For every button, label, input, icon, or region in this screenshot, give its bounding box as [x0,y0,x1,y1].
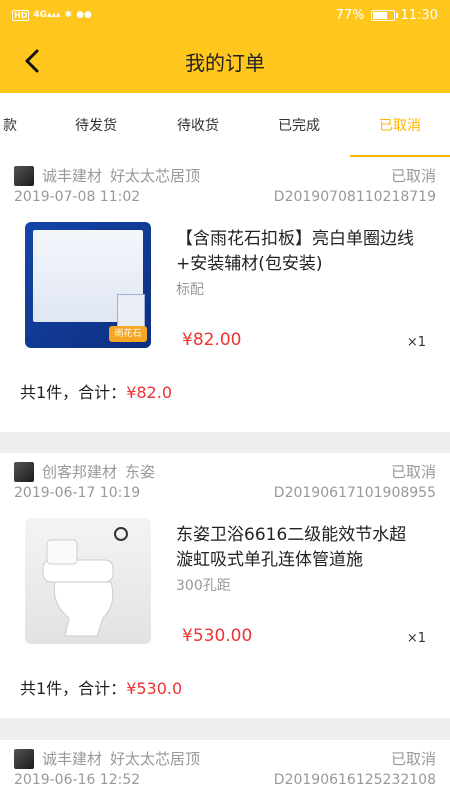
clock: 11:30 [400,7,438,23]
battery-percent: 77% [335,7,365,23]
order-status: 已取消 [390,167,436,185]
product-price: ¥530.00 [182,626,253,646]
page-title: 我的订单 [185,51,265,75]
tab-cancelled[interactable]: 已取消 [350,93,450,157]
product-price: ¥82.00 [182,330,242,350]
total-amount: ¥82.0 [126,383,172,402]
shop-row: 创客邦建材 东姿 [14,461,155,482]
product-name[interactable]: 【含雨花石扣板】亮白单圈边线+安装辅材(包安装) [176,227,421,277]
product-spec: 标配 [176,282,204,298]
order-status: 已取消 [390,463,436,481]
product-thumbnail[interactable] [25,518,151,644]
tab-pending-receipt[interactable]: 待收货 [152,93,244,157]
store-name: 好太太芯居顶 [110,750,201,768]
product-quantity: ×1 [406,631,426,646]
order-total: 共1件，合计：¥82.0 [20,379,172,403]
shop-name: 创客邦建材 [42,463,118,481]
status-bar: HD 4G▴▴▴ ✱ ●● 77% 11:30 [0,0,450,30]
bluetooth-icon: ✱ [64,10,73,20]
shop-avatar [14,165,34,186]
tab-pending-shipment[interactable]: 待发货 [50,93,142,157]
order-status-tabs: 款 待发货 待收货 已完成 已取消 [0,93,450,157]
product-quantity: ×1 [406,335,426,350]
product-spec: 300孔距 [176,578,231,594]
battery-fill [372,11,388,19]
hd-icon: HD [12,9,30,21]
shop-avatar [14,461,34,482]
tab-completed[interactable]: 已完成 [253,93,345,157]
shop-name: 诚丰建材 [42,167,103,185]
order-card[interactable]: 诚丰建材 好太太芯居顶 已取消 2019-06-16 12:52 D201906… [0,740,450,800]
order-date: 2019-06-16 12:52 [14,772,141,788]
total-amount: ¥530.0 [126,679,183,698]
order-total: 共1件，合计：¥530.0 [20,675,182,699]
order-date: 2019-06-17 10:19 [14,485,141,501]
battery-icon [370,9,398,21]
order-card[interactable]: 诚丰建材 好太太芯居顶 已取消 2019-07-08 11:02 D201907… [0,157,450,432]
store-name: 好太太芯居顶 [110,167,201,185]
total-label: 共1件，合计： [20,383,127,402]
toilet-image [42,527,128,637]
app-header: 我的订单 [0,30,450,93]
order-card[interactable]: 创客邦建材 东姿 已取消 2019-06-17 10:19 D201906171… [0,453,450,718]
shop-name: 诚丰建材 [42,750,103,768]
wechat-icon: ●● [76,10,92,20]
order-number: D20190708110218719 [273,189,436,205]
shop-row: 诚丰建材 好太太芯居顶 [14,165,200,186]
panel-sample-image [117,294,145,328]
product-thumbnail[interactable]: 雨花石 [25,222,151,348]
order-status: 已取消 [390,750,436,768]
product-name[interactable]: 东姿卫浴6616二级能效节水超漩虹吸式单孔连体管道施 [176,523,421,573]
order-number: D20190617101908955 [273,485,436,501]
total-label: 共1件，合计： [20,679,127,698]
status-icons: HD 4G▴▴▴ ✱ ●● [12,9,92,21]
order-date: 2019-07-08 11:02 [14,189,141,205]
store-name: 东姿 [125,463,156,481]
back-arrow-icon[interactable] [20,48,46,74]
order-number: D20190616125232108 [273,772,436,788]
signal-icon: 4G▴▴▴ [33,10,61,20]
tab-partial[interactable]: 款 [0,93,20,157]
shop-row: 诚丰建材 好太太芯居顶 [14,748,200,769]
shop-avatar [14,748,34,769]
product-badge: 雨花石 [109,326,147,342]
